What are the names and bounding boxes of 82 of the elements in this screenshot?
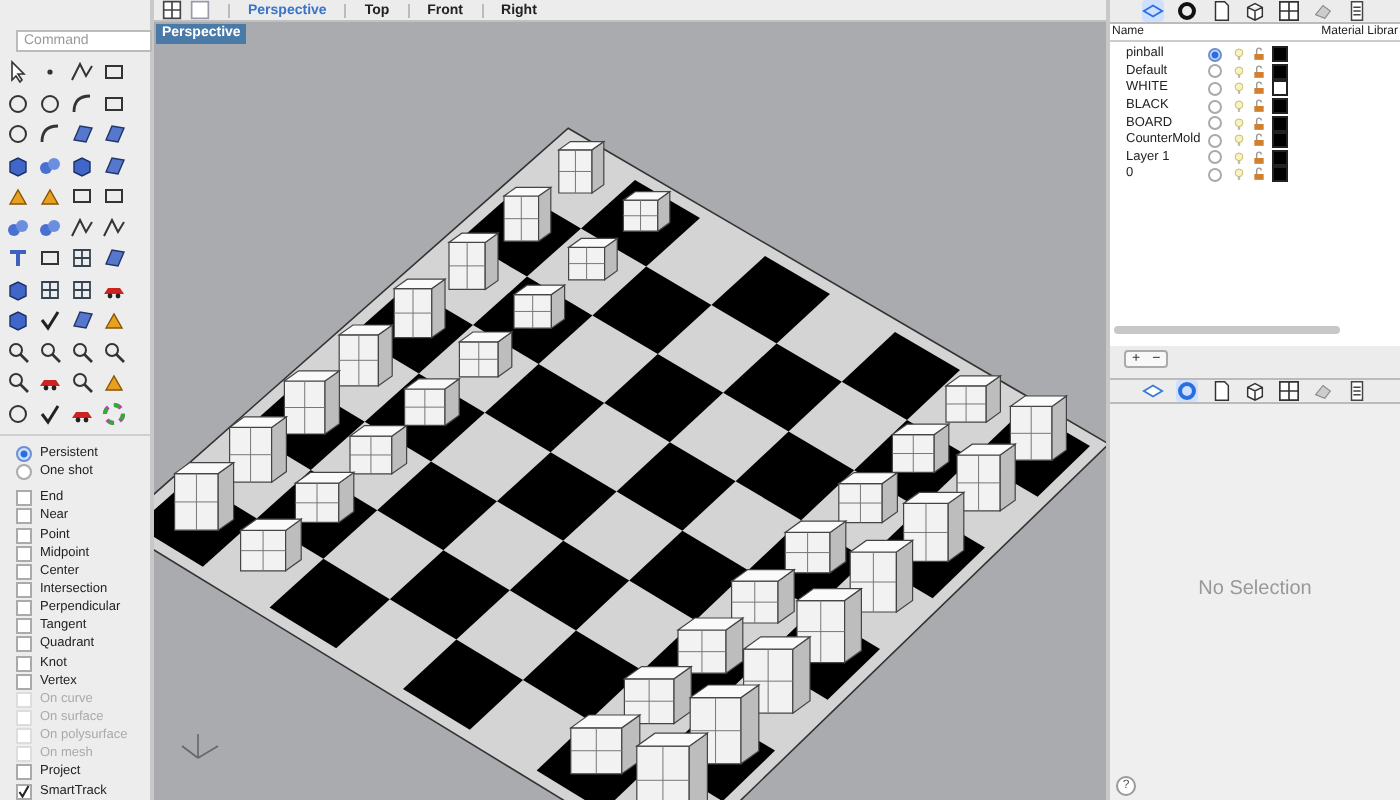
current-layer-radio[interactable] [1208,81,1222,96]
surface-icon[interactable] [70,122,94,146]
polyline-icon[interactable] [70,60,94,84]
spheres-icon[interactable] [6,215,30,239]
circle-icon[interactable] [6,91,30,115]
magnifier-icon[interactable] [102,339,126,363]
arc-icon[interactable] [70,91,94,115]
text-tool-icon[interactable] [6,246,30,270]
checkbox[interactable] [16,655,32,672]
grid-icon[interactable] [1278,380,1300,402]
current-layer-radio[interactable] [1208,116,1222,131]
magnifier-icon[interactable] [6,339,30,363]
arc-icon[interactable] [38,122,62,146]
magnifier-icon[interactable] [70,339,94,363]
surface-icon[interactable] [102,246,126,270]
rectangle-icon[interactable] [38,246,62,270]
pointer-icon[interactable] [6,60,30,84]
surface-icon[interactable] [102,153,126,177]
page-icon[interactable] [1210,0,1232,22]
radio-button[interactable] [16,464,32,481]
checkbox[interactable] [16,764,32,781]
scrollbar[interactable] [1114,326,1340,334]
rectangle-icon[interactable] [70,184,94,208]
color-swatch[interactable] [1272,149,1288,166]
check-icon[interactable] [38,401,62,425]
color-wheel-icon[interactable] [102,401,126,425]
checkbox[interactable] [16,636,32,653]
current-layer-radio[interactable] [1208,47,1222,62]
grid-icon[interactable] [70,246,94,270]
checkbox[interactable] [16,600,32,617]
rectangle-icon[interactable] [102,184,126,208]
circle-icon[interactable] [6,122,30,146]
checkbox[interactable] [16,508,32,525]
surface-icon[interactable] [70,308,94,332]
ring-icon[interactable] [1176,0,1198,22]
grid-icon[interactable] [1278,0,1300,22]
color-swatch[interactable] [1272,115,1288,132]
rectangle-icon[interactable] [102,60,126,84]
checkbox[interactable] [16,527,32,544]
color-swatch[interactable] [1272,166,1288,183]
polyline-icon[interactable] [70,215,94,239]
current-layer-radio[interactable] [1208,167,1222,182]
color-swatch[interactable] [1272,46,1288,63]
spheres-icon[interactable] [38,215,62,239]
rectangle-icon[interactable] [102,91,126,115]
grid-icon[interactable] [38,277,62,301]
checkbox[interactable] [16,582,32,599]
empty-message: No Selection [1198,577,1312,599]
spheres-icon[interactable] [38,153,62,177]
magnifier-icon[interactable] [70,370,94,394]
color-swatch[interactable] [1272,132,1288,149]
polyline-icon[interactable] [102,215,126,239]
checkbox[interactable] [16,563,32,580]
color-swatch[interactable] [1272,63,1288,80]
checkbox[interactable] [16,618,32,635]
radio-button[interactable] [16,446,32,463]
four-viewports-icon[interactable] [162,0,182,20]
current-layer-radio[interactable] [1208,133,1222,148]
cube-outline-icon[interactable] [1244,380,1266,402]
grid-icon[interactable] [70,277,94,301]
single-viewport-icon[interactable] [190,0,210,20]
circle-icon[interactable] [6,401,30,425]
surface-icon[interactable] [102,122,126,146]
magnifier-icon[interactable] [6,370,30,394]
current-layer-radio[interactable] [1208,150,1222,165]
color-swatch[interactable] [1272,98,1288,115]
color-swatch[interactable] [1272,80,1288,97]
axis-icon [181,733,219,759]
magnifier-icon[interactable] [38,339,62,363]
notes-icon[interactable] [1346,0,1368,22]
current-layer-radio[interactable] [1208,99,1222,114]
circle-icon[interactable] [38,91,62,115]
checkbox[interactable] [16,545,32,562]
notes-icon[interactable] [1346,380,1368,402]
layers-icon[interactable] [1142,0,1164,22]
cube-outline-icon[interactable] [1244,0,1266,22]
current-layer-radio[interactable] [1208,64,1222,79]
checkbox[interactable] [16,783,32,800]
checkbox[interactable] [16,673,32,690]
checkbox[interactable] [16,490,32,507]
check-icon[interactable] [38,308,62,332]
layers-icon[interactable] [1142,380,1164,402]
